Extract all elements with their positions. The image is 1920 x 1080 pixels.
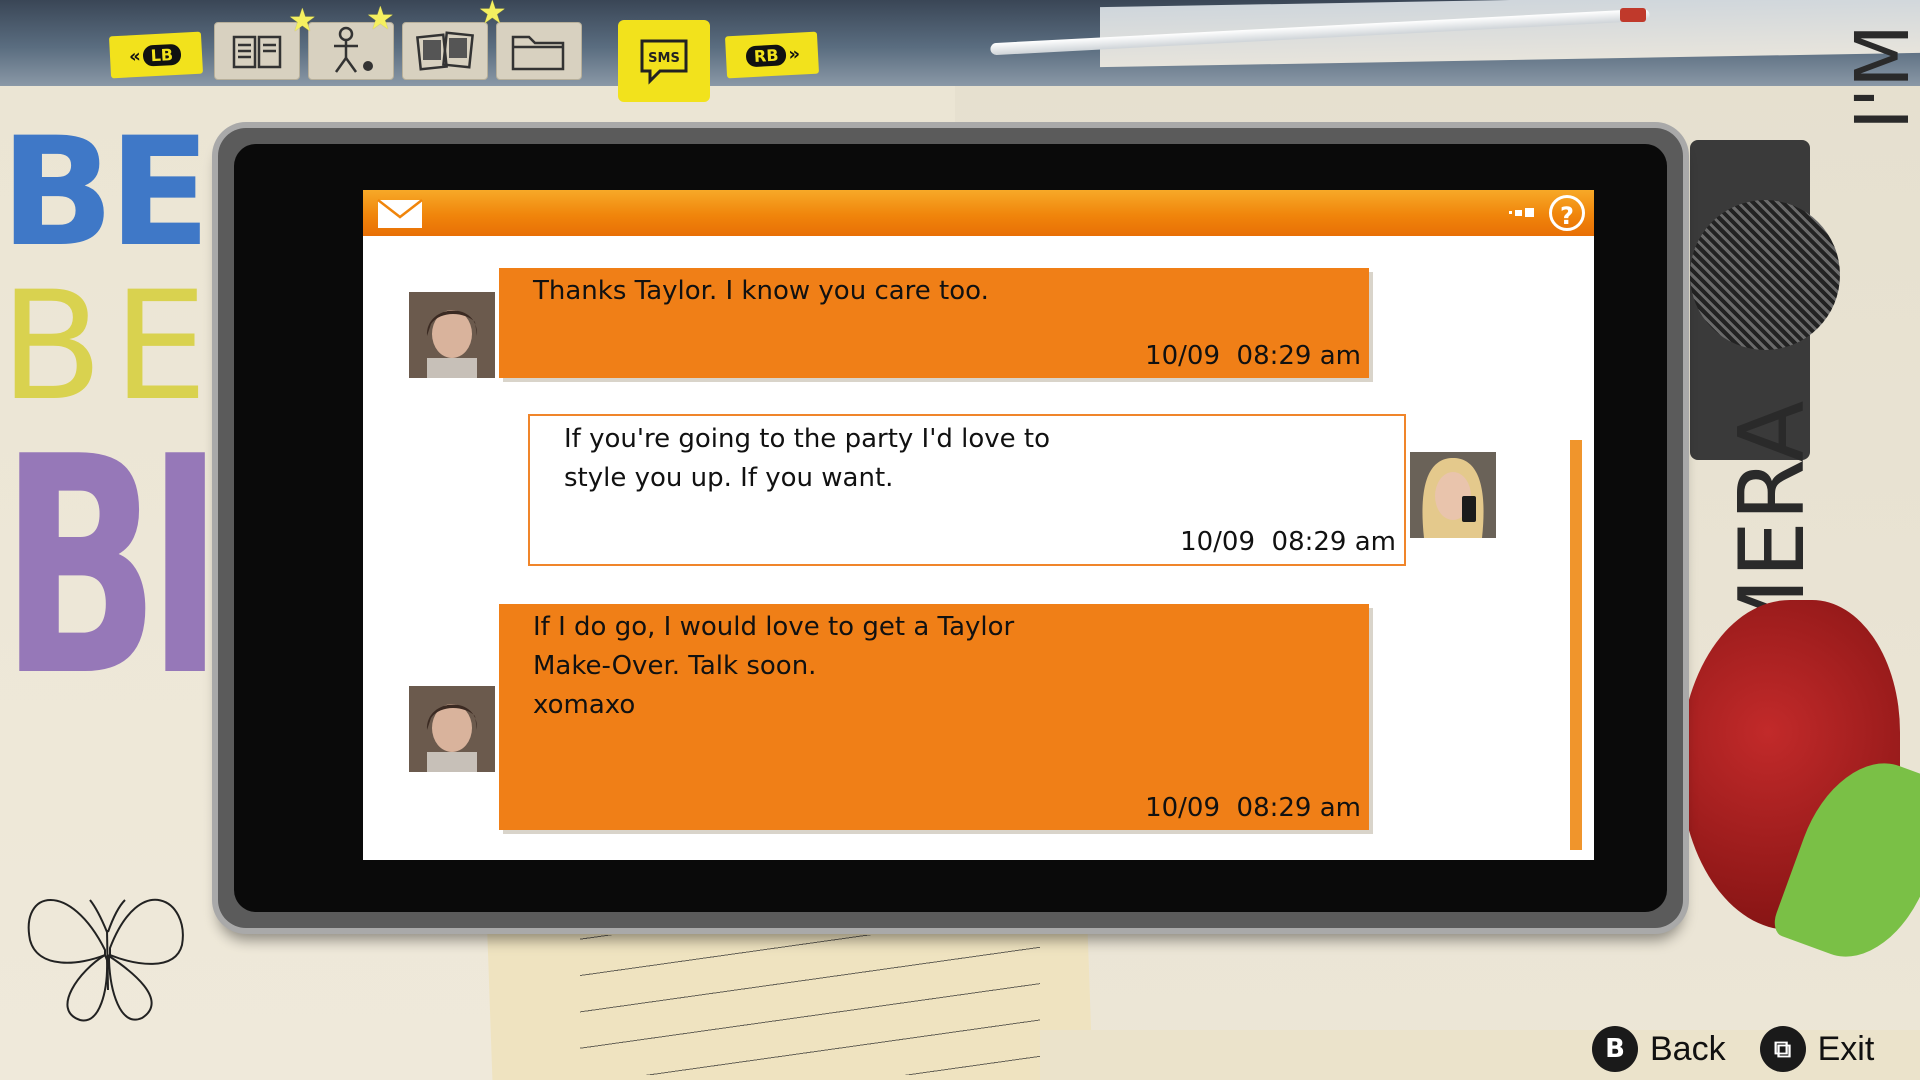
collage-word-purple: BI [0, 393, 224, 742]
photos-icon [416, 31, 474, 71]
star-decoration: ★ [366, 0, 395, 37]
collage-word-blue: BE [0, 106, 211, 280]
lb-label: LB [142, 43, 182, 67]
handwritten-magician-text: I'M A LIAR, A MAGICIAN [1840, 0, 1920, 130]
signal-icon [1509, 208, 1534, 217]
b-button-icon[interactable]: B [1592, 1026, 1638, 1072]
next-tab-button[interactable]: RB» [724, 31, 820, 79]
message-bubble-incoming[interactable]: If you're going to the party I'd love to… [528, 414, 1406, 566]
butterfly-drawing [27, 898, 184, 1022]
message-timestamp: 10/09 08:29 am [1180, 527, 1396, 557]
message-text: Thanks Taylor. I know you care too. [533, 276, 989, 306]
message-scrollbar[interactable] [1570, 440, 1582, 850]
folder-icon [511, 35, 565, 71]
envelope-icon [377, 199, 423, 228]
sms-bubble-icon: SMS [640, 39, 688, 85]
camera-lens-drawing [1690, 200, 1840, 350]
message-timestamp: 10/09 08:29 am [1145, 341, 1361, 371]
max-avatar [409, 686, 495, 772]
sms-header-bar: ? [363, 190, 1594, 236]
help-icon[interactable]: ? [1549, 195, 1585, 231]
star-decoration: ★ [288, 1, 317, 39]
message-list[interactable]: Thanks Taylor. I know you care too. 10/0… [363, 236, 1594, 860]
tab-photos[interactable] [402, 22, 488, 80]
message-text: If I do go, I would love to get a Taylor… [533, 612, 1015, 720]
message-text: If you're going to the party I'd love to… [564, 424, 1051, 493]
star-decoration: ★ [478, 0, 507, 31]
tab-sms[interactable]: SMS [618, 20, 710, 102]
tab-files[interactable] [496, 22, 582, 80]
book-icon [232, 35, 282, 69]
pen-cap-decoration [1620, 8, 1646, 22]
sms-label: SMS [648, 51, 680, 66]
button-hints: B Back ⧉ Exit [1592, 1022, 1908, 1076]
handwriting-scribble [580, 935, 1040, 1075]
sms-screen: ? Thanks Taylor. I know you care too. 10… [363, 190, 1594, 860]
back-button-label[interactable]: Back [1650, 1030, 1726, 1069]
message-bubble-outgoing[interactable]: Thanks Taylor. I know you care too. 10/0… [499, 268, 1369, 378]
max-avatar [409, 292, 495, 378]
view-button-icon[interactable]: ⧉ [1759, 1026, 1806, 1072]
exit-button-label[interactable]: Exit [1818, 1030, 1875, 1069]
message-bubble-outgoing[interactable]: If I do go, I would love to get a Taylor… [499, 604, 1369, 830]
prev-tab-button[interactable]: «LB [108, 31, 204, 79]
rb-label: RB [745, 43, 787, 67]
message-timestamp: 10/09 08:29 am [1145, 793, 1361, 823]
taylor-avatar [1410, 452, 1496, 538]
